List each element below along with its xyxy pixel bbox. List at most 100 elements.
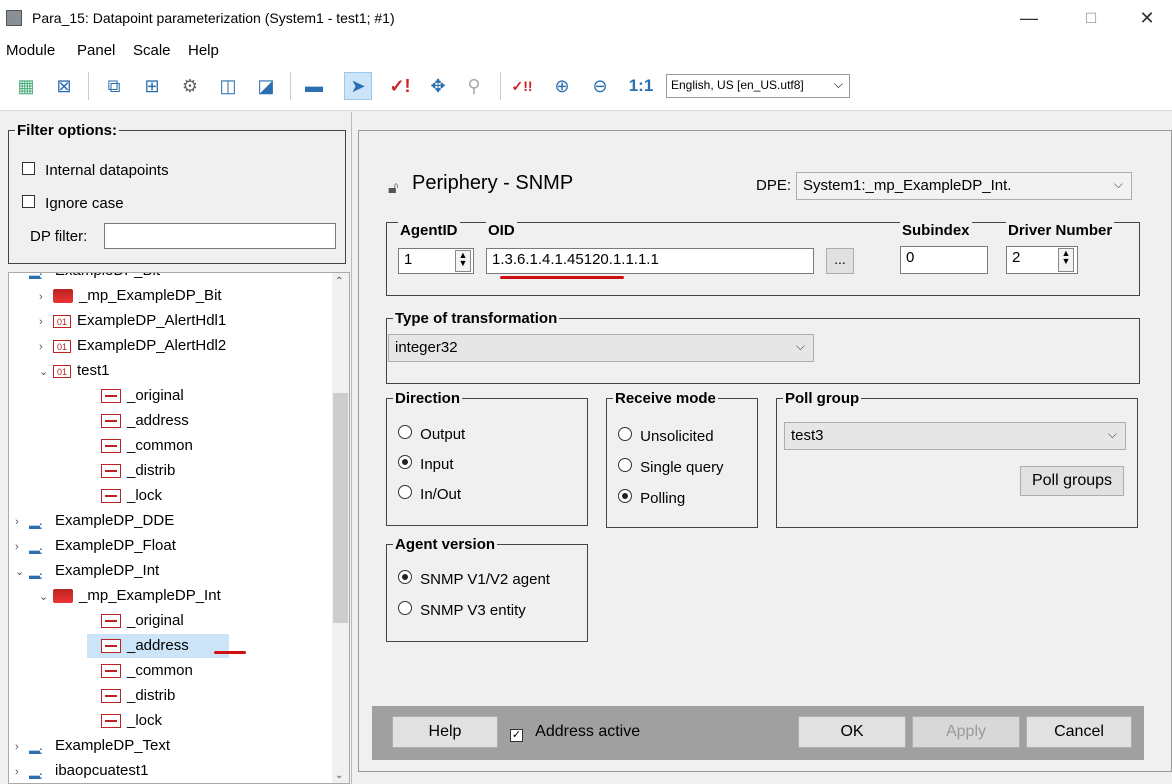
ok-button[interactable]: OK <box>798 716 906 748</box>
radio-button[interactable] <box>398 570 412 584</box>
dpe-select[interactable]: System1:_mp_ExampleDP_Int. ⌵ <box>796 172 1132 200</box>
direction-output-radio[interactable]: Output <box>398 425 465 443</box>
receive-unsolicited-radio[interactable]: Unsolicited <box>618 427 714 445</box>
radio-button[interactable] <box>398 425 412 439</box>
agent-v1v2-radio[interactable]: SNMP V1/V2 agent <box>398 570 550 588</box>
boolean-dp-icon: 01 <box>53 314 71 328</box>
menu-scale[interactable]: Scale <box>133 42 171 59</box>
direction-input-radio[interactable]: Input <box>398 455 454 473</box>
oid-input[interactable]: 1.3.6.1.4.1.45120.1.1.1.1 <box>486 248 814 274</box>
close-panel-icon[interactable]: ⊠ <box>50 72 78 100</box>
tree-item[interactable]: _original <box>87 384 184 408</box>
zoom-out-icon[interactable]: ⊖ <box>586 72 614 100</box>
tree-item[interactable]: _original <box>87 609 184 633</box>
menu-help[interactable]: Help <box>188 42 219 59</box>
tree-item[interactable]: › ▬: ExampleDP_Float <box>15 534 176 558</box>
tree-item[interactable]: › ▬: ibaopcuatest1 <box>15 759 148 783</box>
tree-item[interactable]: › ▬: ExampleDP_Text <box>15 734 170 758</box>
tree-item[interactable]: _distrib <box>87 684 175 708</box>
tree-item[interactable]: ▬: ExampleDP_Bit <box>15 273 160 283</box>
expand-chevron-icon[interactable]: ⌄ <box>39 585 53 609</box>
datapoint-icon[interactable]: ⊞ <box>138 72 166 100</box>
tree-item[interactable]: _lock <box>87 709 162 733</box>
tree-item[interactable]: _lock <box>87 484 162 508</box>
chevron-down-icon: ⌵ <box>1107 427 1117 441</box>
radio-button[interactable] <box>398 485 412 499</box>
edit-panel-icon[interactable]: ⧉ <box>100 72 128 100</box>
collapse-chevron-icon[interactable]: › <box>15 735 29 759</box>
tree-item[interactable]: _common <box>87 659 193 683</box>
agentid-stepper[interactable]: ▲ ▼ <box>455 250 471 272</box>
tree-scrollbar[interactable]: ⌃ ⌄ <box>332 273 349 783</box>
direction-inout-radio[interactable]: In/Out <box>398 485 461 503</box>
radio-button[interactable] <box>618 458 632 472</box>
collapse-chevron-icon[interactable]: › <box>15 510 29 534</box>
driver-number-stepper[interactable]: ▲ ▼ <box>1058 248 1074 272</box>
ignore-case-checkbox[interactable] <box>22 195 35 208</box>
tree-item[interactable]: _address <box>87 634 229 658</box>
gear-icon[interactable]: ⚙ <box>176 72 204 100</box>
poll-groups-button[interactable]: Poll groups <box>1020 466 1124 496</box>
ignore-case-checkbox-row[interactable]: Ignore case <box>22 195 124 212</box>
expand-chevron-icon[interactable]: ⌄ <box>39 360 53 384</box>
scroll-down-icon[interactable]: ⌄ <box>335 770 343 781</box>
check-warning-icon[interactable]: ✓! <box>386 72 414 100</box>
agent-v3-radio[interactable]: SNMP V3 entity <box>398 601 526 619</box>
language-select[interactable]: English, US [en_US.utf8] ⌵ <box>666 74 850 98</box>
subindex-input[interactable]: 0 <box>900 246 988 274</box>
radio-button[interactable] <box>618 427 632 441</box>
module-view-icon[interactable]: ◪ <box>252 72 280 100</box>
tree-item[interactable]: › 01 ExampleDP_AlertHdl2 <box>39 334 226 358</box>
internal-datapoints-checkbox-row[interactable]: Internal datapoints <box>22 162 169 179</box>
tree-item[interactable]: › ▬: ExampleDP_DDE <box>15 509 174 533</box>
tree-item[interactable]: _address <box>87 409 189 433</box>
tree-item[interactable]: ⌄ ▬: ExampleDP_Int <box>15 559 159 583</box>
apply-button[interactable]: Apply <box>912 716 1020 748</box>
dp-filter-input[interactable] <box>104 223 336 249</box>
poll-group-select[interactable]: test3 ⌵ <box>784 422 1126 450</box>
help-button[interactable]: Help <box>392 716 498 748</box>
close-button[interactable]: ✕ <box>1124 4 1170 32</box>
receive-single-query-radio[interactable]: Single query <box>618 458 724 476</box>
check-errors-icon[interactable]: ✓!! <box>508 72 536 100</box>
collapse-chevron-icon[interactable]: › <box>39 285 53 309</box>
menu-module[interactable]: Module <box>6 42 55 59</box>
scroll-up-icon[interactable]: ⌃ <box>335 276 343 287</box>
address-active-checkbox-row[interactable]: ✓ Address active <box>510 723 640 742</box>
radio-button[interactable] <box>618 489 632 503</box>
tree-item[interactable]: ⌄ 01 test1 <box>39 359 110 383</box>
select-arrow-icon[interactable]: ➤ <box>344 72 372 100</box>
expand-chevron-icon[interactable]: ⌄ <box>15 560 29 584</box>
tree-item[interactable]: _common <box>87 434 193 458</box>
collapse-chevron-icon[interactable]: › <box>15 760 29 783</box>
radio-button[interactable] <box>398 455 412 469</box>
tree-item[interactable]: ⌄ _mp_ExampleDP_Int <box>39 584 221 608</box>
tree-scrollbar-thumb[interactable] <box>333 393 348 623</box>
collapse-chevron-icon[interactable]: › <box>39 335 53 359</box>
transformation-select[interactable]: integer32 ⌵ <box>388 334 814 362</box>
tree-item[interactable]: › _mp_ExampleDP_Bit <box>39 284 222 308</box>
zoom-in-icon[interactable]: ⊕ <box>548 72 576 100</box>
lock-icon: 🔓︎ <box>388 180 399 197</box>
open-panel-icon[interactable]: ▦ <box>12 72 40 100</box>
oid-browse-button[interactable]: ... <box>826 248 854 274</box>
collapse-chevron-icon[interactable]: › <box>39 310 53 334</box>
search-icon[interactable]: ⚲ <box>460 72 488 100</box>
menu-panel[interactable]: Panel <box>77 42 115 59</box>
internal-datapoints-checkbox[interactable] <box>22 162 35 175</box>
tree-item[interactable]: › 01 ExampleDP_AlertHdl1 <box>39 309 226 333</box>
datapoint-tree[interactable]: ▬:ExampleDP_Bit›_mp_ExampleDP_Bit›01Exam… <box>8 272 350 784</box>
zoom-reset-button[interactable]: 1:1 <box>624 72 658 100</box>
address-active-checkbox[interactable]: ✓ <box>510 729 523 742</box>
print-icon[interactable]: ▬ <box>300 72 328 100</box>
move-icon[interactable]: ✥ <box>424 72 452 100</box>
maximize-button[interactable]: ☐ <box>1068 4 1114 32</box>
radio-button[interactable] <box>398 601 412 615</box>
tree-item[interactable]: _distrib <box>87 459 175 483</box>
collapse-chevron-icon[interactable]: › <box>15 535 29 559</box>
receive-polling-radio[interactable]: Polling <box>618 489 685 507</box>
minimize-button[interactable]: — <box>1006 4 1052 32</box>
panel-view-icon[interactable]: ◫ <box>214 72 242 100</box>
ignore-case-label: Ignore case <box>45 195 124 212</box>
cancel-button[interactable]: Cancel <box>1026 716 1132 748</box>
